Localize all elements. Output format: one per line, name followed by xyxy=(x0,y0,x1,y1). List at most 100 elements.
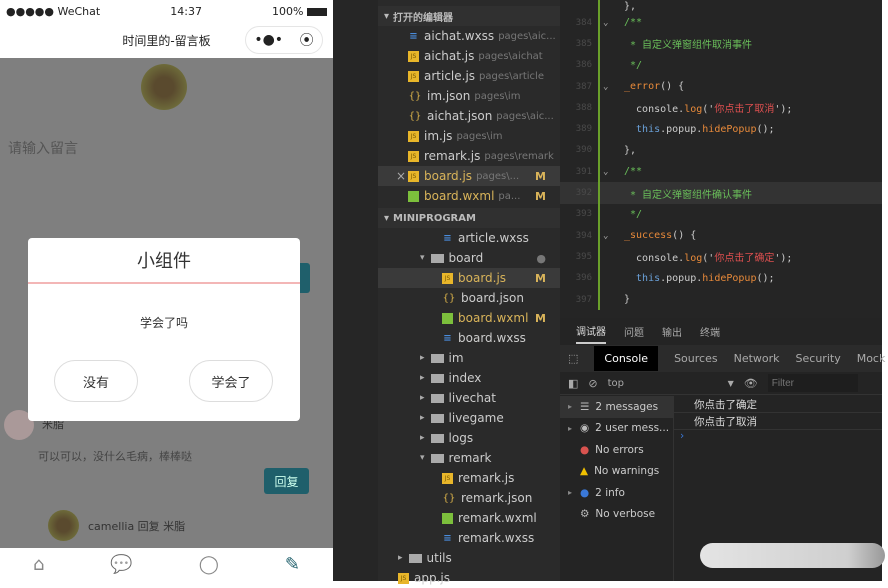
chevron-icon[interactable]: ▸ xyxy=(420,353,425,363)
open-editor-item[interactable]: JS im.js pages\im xyxy=(378,126,560,146)
tree-item[interactable]: JS app.js xyxy=(378,568,560,588)
js-file-icon: JS xyxy=(408,150,419,162)
home-icon[interactable]: ⌂ xyxy=(33,554,44,575)
tree-item[interactable]: ≡ board.wxss xyxy=(378,328,560,348)
chevron-icon[interactable]: ▸ xyxy=(420,413,425,423)
close-icon[interactable]: × xyxy=(396,169,406,183)
console-tab-mock[interactable]: Mock xyxy=(857,352,886,365)
chevron-icon[interactable]: ▾ xyxy=(420,453,425,463)
file-name: remark.wxss xyxy=(458,531,535,545)
chevron-icon[interactable]: ▸ xyxy=(420,433,425,443)
line-number: 390 xyxy=(575,145,592,156)
console-filter-item[interactable]: ▲ No warnings xyxy=(560,461,673,483)
expand-icon[interactable]: ▸ xyxy=(568,424,574,433)
info-icon: ● xyxy=(580,486,590,499)
edit-icon[interactable]: ✎ xyxy=(285,554,300,575)
file-name: remark.js xyxy=(458,471,515,485)
chevron-icon[interactable]: ▸ xyxy=(420,373,425,383)
tree-item[interactable]: ▸ livechat xyxy=(378,388,560,408)
tree-item[interactable]: ▸ utils xyxy=(378,548,560,568)
inspect-icon[interactable]: ⬚ xyxy=(568,352,578,365)
capsule-menu: •●• ⦿ xyxy=(245,26,323,54)
code-editor[interactable]: }, 384 ⌄/** 385 * 自定义弹窗组件取消事件 386 */387 ⌄ _er… xyxy=(560,0,882,318)
expand-icon[interactable]: ▸ xyxy=(568,402,574,411)
panel-tab[interactable]: 输出 xyxy=(662,324,682,339)
line-number: 386 xyxy=(575,60,592,71)
open-editor-item[interactable]: board.wxml pa... M xyxy=(378,186,560,206)
clear-icon[interactable]: ⊘ xyxy=(588,377,597,390)
context-select[interactable]: top xyxy=(608,378,718,389)
tree-item[interactable]: {} board.json xyxy=(378,288,560,308)
console-filter-item[interactable]: ▸ ☰ 2 messages xyxy=(560,396,673,418)
chat-icon[interactable]: 💬 xyxy=(110,554,132,575)
tree-item[interactable]: remark.wxml xyxy=(378,508,560,528)
console-tab-security[interactable]: Security xyxy=(796,352,841,365)
panel-tab[interactable]: 问题 xyxy=(624,324,644,339)
close-button[interactable]: ⦿ xyxy=(300,30,314,50)
dropdown-icon[interactable]: ▼ xyxy=(728,379,734,388)
tree-item[interactable]: ≡ article.wxss xyxy=(378,228,560,248)
fold-chevron-icon[interactable]: ⌄ xyxy=(598,75,624,98)
message-input[interactable]: 请输入留言 xyxy=(8,138,78,158)
open-editor-item[interactable]: JS article.js pages\article xyxy=(378,66,560,86)
open-editor-item[interactable]: ≡ aichat.wxss pages\aic... xyxy=(378,26,560,46)
folder-open-icon xyxy=(430,453,444,463)
open-editor-item[interactable]: JS remark.js pages\remark xyxy=(378,146,560,166)
filter-input[interactable] xyxy=(767,374,858,392)
panel-tab[interactable]: 调试器 xyxy=(576,319,606,344)
fold-chevron-icon[interactable]: ⌄ xyxy=(598,12,624,34)
tree-item[interactable]: {} remark.json xyxy=(378,488,560,508)
sidebar-toggle-icon[interactable]: ◧ xyxy=(568,377,578,390)
confirm-button[interactable]: 学会了 xyxy=(189,360,273,402)
eye-icon[interactable]: 👁 xyxy=(744,377,758,390)
code-token: console. xyxy=(624,253,685,265)
chevron-icon[interactable]: ▸ xyxy=(420,393,425,403)
console-filter-item[interactable]: ⚙ No verbose xyxy=(560,504,673,526)
location-icon[interactable]: ◯ xyxy=(199,554,219,575)
console-tab-network[interactable]: Network xyxy=(734,352,780,365)
more-button[interactable]: •●• xyxy=(254,32,283,48)
cancel-button[interactable]: 没有 xyxy=(54,360,138,402)
open-editors-header[interactable]: ▾ 打开的编辑器 xyxy=(378,6,560,26)
file-name: remark.json xyxy=(461,491,533,505)
open-editor-item[interactable]: JS aichat.js pages\aichat xyxy=(378,46,560,66)
console-tab-sources[interactable]: Sources xyxy=(674,352,718,365)
console-filter-item[interactable]: ▸ ◉ 2 user mess... xyxy=(560,418,673,440)
tree-item[interactable]: ▾ remark xyxy=(378,448,560,468)
tree-item[interactable]: ▸ logs xyxy=(378,428,560,448)
project-header[interactable]: ▾ MINIPROGRAM xyxy=(378,208,560,228)
fold-chevron-icon[interactable]: ⌄ xyxy=(598,224,624,247)
code-text: */ xyxy=(624,209,642,220)
fold-chevron-icon[interactable]: ⌄ xyxy=(598,161,624,183)
chevron-icon[interactable]: ▾ xyxy=(420,253,425,263)
console-prompt[interactable]: › xyxy=(674,430,684,442)
tree-item[interactable]: JS remark.js xyxy=(378,468,560,488)
open-editor-item[interactable]: {} aichat.json pages\aic... xyxy=(378,106,560,126)
file-name: index xyxy=(448,371,482,385)
tree-item[interactable]: ▾ board ● xyxy=(378,248,560,268)
js-file-icon: JS xyxy=(408,70,419,82)
code-token: */ xyxy=(624,208,643,220)
console-sidebar: ▸ ☰ 2 messages ▸ ◉ 2 user mess... ● No errors ▲ N… xyxy=(560,396,673,525)
reply-button[interactable]: 回复 xyxy=(264,468,309,494)
tree-item[interactable]: JS board.js M xyxy=(378,268,560,288)
expand-icon[interactable]: ▸ xyxy=(568,488,574,497)
file-path: pages\... xyxy=(476,170,520,182)
panel-tab[interactable]: 终端 xyxy=(700,324,720,339)
console-filter-item[interactable]: ● No errors xyxy=(560,439,673,461)
tree-item[interactable]: ≡ remark.wxss xyxy=(378,528,560,548)
folder-icon xyxy=(430,413,444,423)
console-filter-item[interactable]: ▸ ● 2 info xyxy=(560,482,673,504)
console-tab-console[interactable]: Console xyxy=(594,346,659,371)
status-bar: ●●●●● WeChat 14:37 100% xyxy=(0,0,333,22)
open-editor-item[interactable]: {} im.json pages\im xyxy=(378,86,560,106)
wxss-file-icon: ≡ xyxy=(443,332,452,344)
tree-item[interactable]: ▸ im xyxy=(378,348,560,368)
chevron-icon[interactable]: ▸ xyxy=(398,553,403,563)
tree-item[interactable]: board.wxml M xyxy=(378,308,560,328)
open-editor-item[interactable]: × JS board.js pages\... M xyxy=(378,166,560,186)
tree-item[interactable]: ▸ livegame xyxy=(378,408,560,428)
js-file-icon: JS xyxy=(408,130,419,142)
tree-item[interactable]: ▸ index xyxy=(378,368,560,388)
dialog-message: 学会了吗 xyxy=(139,316,188,330)
